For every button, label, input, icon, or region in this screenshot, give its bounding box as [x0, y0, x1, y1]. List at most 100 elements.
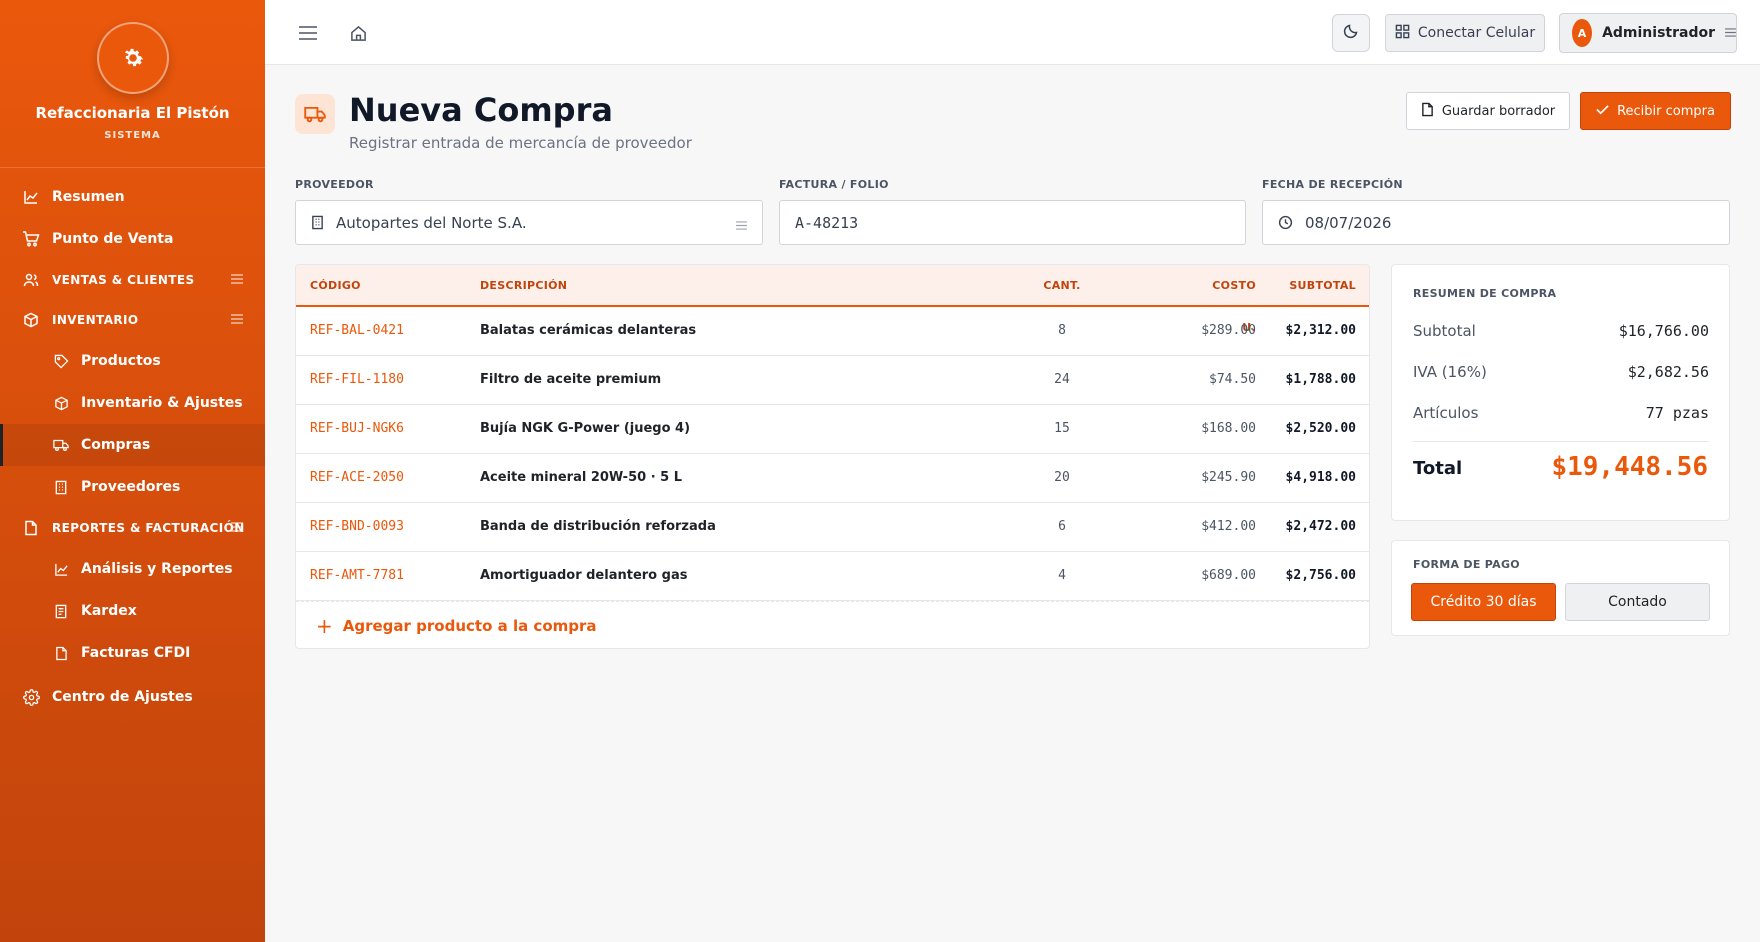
sidebar-item-analisis[interactable]: Análisis y Reportes [0, 548, 265, 590]
summary-items-value: 77 pzas [1645, 404, 1709, 422]
purchase-summary-card: RESUMEN DE COMPRA Subtotal $16,766.00 IV… [1391, 264, 1730, 521]
receipt-date-input[interactable]: 08/07/2026 [1262, 200, 1730, 245]
cell-subtotal: $2,756.00 [1285, 568, 1356, 583]
summary-total-value: $19,448.56 [1551, 452, 1708, 482]
receive-purchase-label: Recibir compra [1617, 103, 1715, 119]
invoice-label: FACTURA / FOLIO [779, 178, 889, 191]
table-row[interactable]: REF-FIL-1180 Filtro de aceite premium 24 $7… [296, 356, 1369, 405]
receive-purchase-button[interactable]: Recibir compra [1580, 92, 1731, 130]
hamburger-menu-icon[interactable] [297, 22, 319, 44]
cell-subtotal: $1,788.00 [1285, 372, 1356, 387]
sidebar-item-punto-venta[interactable]: Punto de Venta [0, 218, 265, 260]
summary-subtotal-value: $16,766.00 [1618, 322, 1709, 340]
brand-subtitle: SISTEMA [104, 130, 161, 141]
truck-icon [295, 94, 335, 134]
summary-subtotal-label: Subtotal [1413, 322, 1476, 340]
cell-subtotal: $2,312.00 [1285, 323, 1356, 338]
summary-iva-value: $2,682.56 [1627, 363, 1709, 381]
qr-grid-icon [1395, 24, 1410, 43]
save-draft-label: Guardar borrador [1441, 103, 1556, 119]
table-row[interactable]: REF-ACE-2050 Aceite mineral 20W-50 · 5 L 2… [296, 454, 1369, 503]
sidebar-item-kardex[interactable]: Kardex [0, 590, 265, 632]
cell-quantity: 4 [1058, 568, 1066, 583]
file-icon [53, 645, 69, 661]
sidebar-item-compras[interactable]: Compras [0, 424, 265, 466]
payment-method-card: FORMA DE PAGO Crédito 30 días Contado [1391, 540, 1730, 636]
sidebar-item-resumen[interactable]: Resumen [0, 176, 265, 218]
sidebar-nav: Resumen Punto de Venta VENTAS & CLIENTES… [0, 168, 265, 718]
cell-description: Balatas cerámicas delanteras [480, 323, 697, 338]
brand-name: Refaccionaria El Pistón [35, 104, 230, 122]
cell-code: REF-BND-0093 [310, 519, 404, 534]
supplier-value: Autopartes del Norte S.A. [336, 213, 527, 232]
sidebar-group-ventas-clientes[interactable]: VENTAS & CLIENTES [0, 260, 265, 300]
table-header: CÓDIGO DESCRIPCIÓN CANT. COSTO U. SUBTOT… [296, 265, 1369, 334]
sidebar-item-label: Centro de Ajustes [52, 689, 193, 705]
gear-icon [22, 688, 40, 706]
summary-divider [1413, 441, 1709, 442]
clock-icon [1278, 215, 1293, 230]
page-subtitle: Registrar entrada de mercancía de provee… [349, 134, 692, 152]
table-row[interactable]: REF-BND-0093 Banda de distribución reforz… [296, 503, 1369, 552]
add-product-button[interactable]: + Agregar producto a la compra [296, 601, 1369, 648]
sidebar-item-label: Compras [81, 437, 151, 453]
header-quantity: CANT. [1043, 279, 1081, 292]
theme-toggle-button[interactable] [1332, 14, 1370, 52]
header-code: CÓDIGO [310, 279, 361, 292]
menu-icon [231, 313, 243, 327]
cell-quantity: 24 [1054, 372, 1070, 387]
plus-icon: + [316, 613, 333, 638]
file-icon [1421, 102, 1434, 121]
save-draft-button[interactable]: Guardar borrador [1406, 92, 1570, 130]
summary-iva-label: IVA (16%) [1413, 363, 1487, 381]
menu-icon [1725, 25, 1736, 41]
sidebar-item-label: Análisis y Reportes [81, 561, 233, 577]
supplier-select[interactable]: Autopartes del Norte S.A. [295, 200, 763, 245]
payment-option-cash[interactable]: Contado [1565, 583, 1710, 621]
sidebar-item-label: Inventario & Ajustes [81, 395, 243, 411]
building-icon [311, 215, 324, 230]
summary-title: RESUMEN DE COMPRA [1413, 287, 1557, 300]
sidebar-item-facturas[interactable]: Facturas CFDI [0, 632, 265, 674]
sidebar-group-label: REPORTES & FACTURACIÓN [52, 521, 245, 535]
table-row[interactable]: REF-BUJ-NGK6 Bujía NGK G-Power (juego 4) 1… [296, 405, 1369, 454]
truck-icon [53, 437, 69, 453]
sidebar-item-label: Facturas CFDI [81, 645, 191, 661]
cell-description: Amortiguador delantero gas [480, 568, 688, 583]
user-menu-button[interactable]: A Administrador [1559, 13, 1737, 53]
cell-subtotal: $2,472.00 [1285, 519, 1356, 534]
summary-subtotal-row: Subtotal $16,766.00 [1413, 322, 1709, 340]
sidebar-item-centro-ajustes[interactable]: Centro de Ajustes [0, 676, 265, 718]
file-icon [22, 519, 40, 537]
invoice-input[interactable]: A-48213 [779, 200, 1246, 245]
cell-description: Filtro de aceite premium [480, 372, 662, 387]
sidebar-group-reportes[interactable]: REPORTES & FACTURACIÓN [0, 508, 265, 548]
sidebar-item-inventario-ajustes[interactable]: Inventario & Ajustes [0, 382, 265, 424]
sidebar-item-label: Kardex [81, 603, 137, 619]
home-icon[interactable] [347, 22, 369, 44]
cell-quantity: 8 [1058, 323, 1066, 338]
sidebar-group-inventario[interactable]: INVENTARIO [0, 300, 265, 340]
purchase-items-table: CÓDIGO DESCRIPCIÓN CANT. COSTO U. SUBTOT… [295, 264, 1370, 649]
sidebar-item-productos[interactable]: Productos [0, 340, 265, 382]
summary-items-row: Artículos 77 pzas [1413, 404, 1709, 422]
add-product-label: Agregar producto a la compra [342, 616, 597, 635]
supplier-label: PROVEEDOR [295, 178, 374, 191]
menu-icon [736, 216, 747, 234]
table-row[interactable]: REF-AMT-7781 Amortiguador delantero gas 4 $… [296, 552, 1369, 601]
check-icon [1596, 104, 1609, 119]
table-body: REF-BAL-0421 Balatas cerámicas delanteras… [296, 307, 1369, 601]
sidebar: Refaccionaria El Pistón SISTEMA Resumen … [0, 0, 265, 942]
payment-option-credit[interactable]: Crédito 30 días [1411, 583, 1556, 621]
cell-code: REF-ACE-2050 [310, 470, 404, 485]
sidebar-item-label: Proveedores [81, 479, 181, 495]
brand: Refaccionaria El Pistón SISTEMA [0, 0, 265, 168]
sidebar-item-label: Punto de Venta [52, 231, 174, 247]
gear-logo-icon [96, 22, 169, 94]
cell-quantity: 15 [1054, 421, 1070, 436]
sidebar-item-proveedores[interactable]: Proveedores [0, 466, 265, 508]
table-row[interactable]: REF-BAL-0421 Balatas cerámicas delanteras… [296, 307, 1369, 356]
connect-phone-button[interactable]: Conectar Celular [1385, 14, 1545, 52]
header-description: DESCRIPCIÓN [480, 279, 568, 292]
cell-subtotal: $2,520.00 [1285, 421, 1356, 436]
